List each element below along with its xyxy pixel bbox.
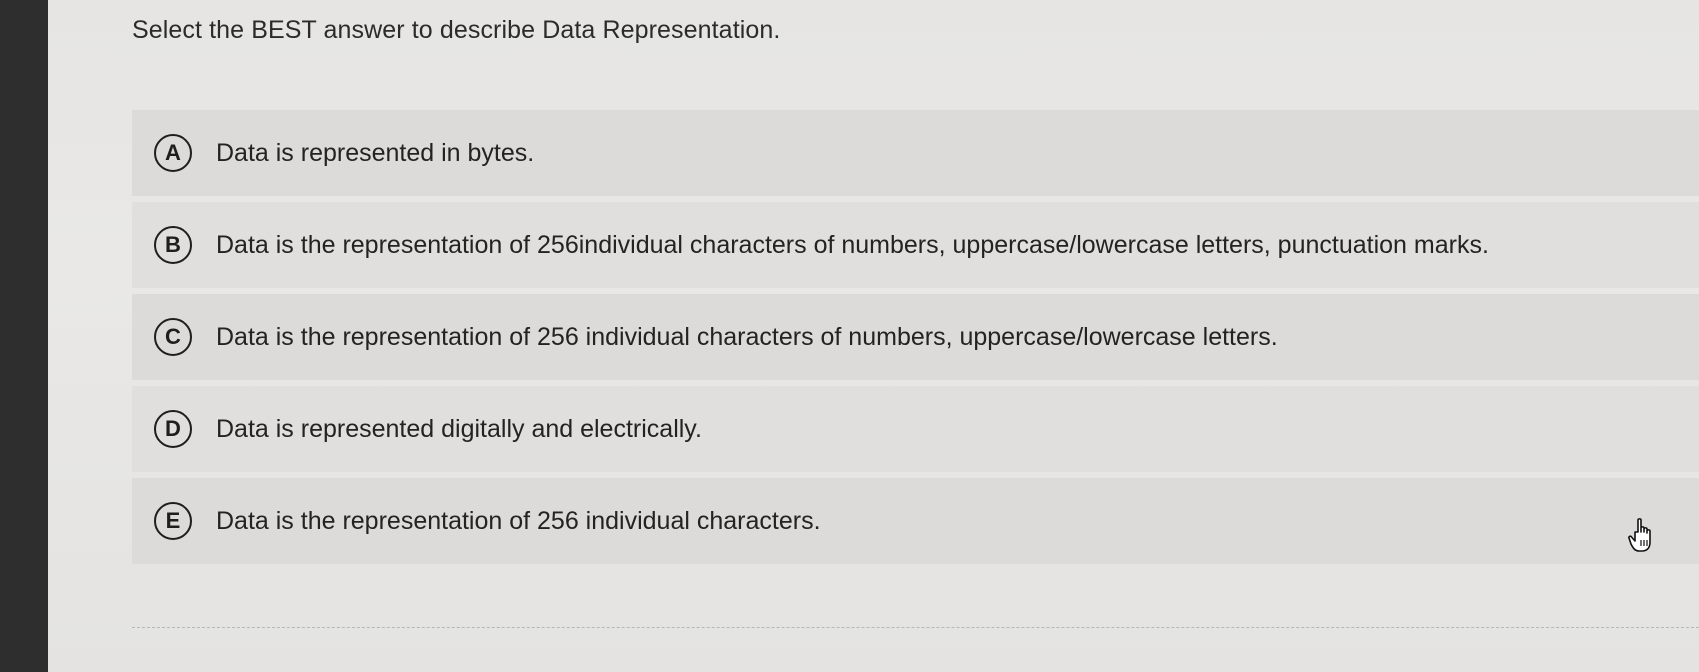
option-a-letter[interactable]: A	[154, 134, 192, 172]
option-a[interactable]: A Data is represented in bytes.	[132, 110, 1699, 196]
option-b-text: Data is the representation of 256individ…	[216, 230, 1489, 259]
question-prompt: Select the BEST answer to describe Data …	[132, 16, 781, 44]
option-d-letter[interactable]: D	[154, 410, 192, 448]
option-e-text: Data is the representation of 256 indivi…	[216, 506, 821, 535]
option-e-letter[interactable]: E	[154, 502, 192, 540]
option-a-text: Data is represented in bytes.	[216, 138, 535, 167]
option-c-letter[interactable]: C	[154, 318, 192, 356]
option-b[interactable]: B Data is the representation of 256indiv…	[132, 202, 1699, 288]
quiz-screen: Select the BEST answer to describe Data …	[48, 0, 1699, 672]
option-e[interactable]: E Data is the representation of 256 indi…	[132, 478, 1699, 564]
option-b-letter[interactable]: B	[154, 226, 192, 264]
option-c[interactable]: C Data is the representation of 256 indi…	[132, 294, 1699, 380]
hand-pointer-icon	[1628, 518, 1651, 552]
answer-options: A Data is represented in bytes. B Data i…	[132, 110, 1699, 570]
option-c-text: Data is the representation of 256 indivi…	[216, 322, 1278, 351]
option-d-text: Data is represented digitally and electr…	[216, 414, 702, 443]
dashed-divider	[132, 627, 1699, 628]
option-d[interactable]: D Data is represented digitally and elec…	[132, 386, 1699, 472]
